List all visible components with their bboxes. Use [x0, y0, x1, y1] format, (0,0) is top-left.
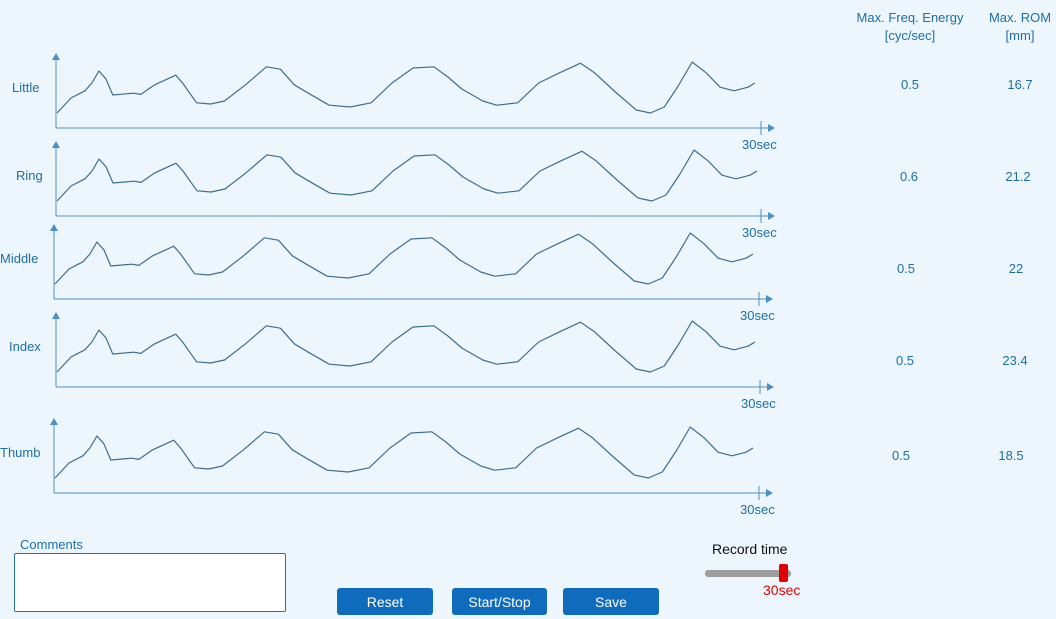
- x-axis-arrow: [768, 124, 775, 132]
- waveform-trace: [54, 426, 754, 479]
- waveform-trace: [56, 61, 756, 114]
- y-axis-arrow: [52, 312, 60, 319]
- record-time-value: 30sec: [763, 582, 801, 598]
- x-axis-arrow: [766, 295, 773, 303]
- waveform-trace: [56, 320, 756, 373]
- y-axis-arrow: [52, 53, 60, 60]
- waveform-plots: [50, 53, 775, 500]
- time-label-little: 30sec: [742, 137, 777, 152]
- time-label-ring: 30sec: [742, 225, 777, 240]
- x-axis-arrow: [768, 212, 775, 220]
- reset-button[interactable]: Reset: [337, 588, 433, 615]
- time-label-thumb: 30sec: [740, 502, 775, 517]
- y-axis-arrow: [50, 418, 58, 425]
- comments-field[interactable]: [14, 553, 286, 612]
- start-stop-button[interactable]: Start/Stop: [452, 588, 547, 615]
- x-axis-arrow: [767, 383, 774, 391]
- y-axis-arrow: [50, 224, 58, 231]
- plot-little: [52, 53, 775, 135]
- plot-thumb: [50, 418, 773, 500]
- plot-index: [52, 312, 774, 394]
- record-time-slider-thumb[interactable]: [779, 564, 788, 582]
- time-label-middle: 30sec: [740, 308, 775, 323]
- record-time-label: Record time: [712, 541, 788, 557]
- y-axis-arrow: [52, 141, 60, 148]
- plot-middle: [50, 224, 773, 306]
- save-button[interactable]: Save: [563, 588, 659, 615]
- waveform-trace: [56, 149, 758, 202]
- plot-ring: [52, 141, 775, 223]
- time-label-index: 30sec: [741, 396, 776, 411]
- waveform-trace: [54, 232, 754, 285]
- x-axis-arrow: [766, 489, 773, 497]
- comments-label: Comments: [20, 537, 83, 552]
